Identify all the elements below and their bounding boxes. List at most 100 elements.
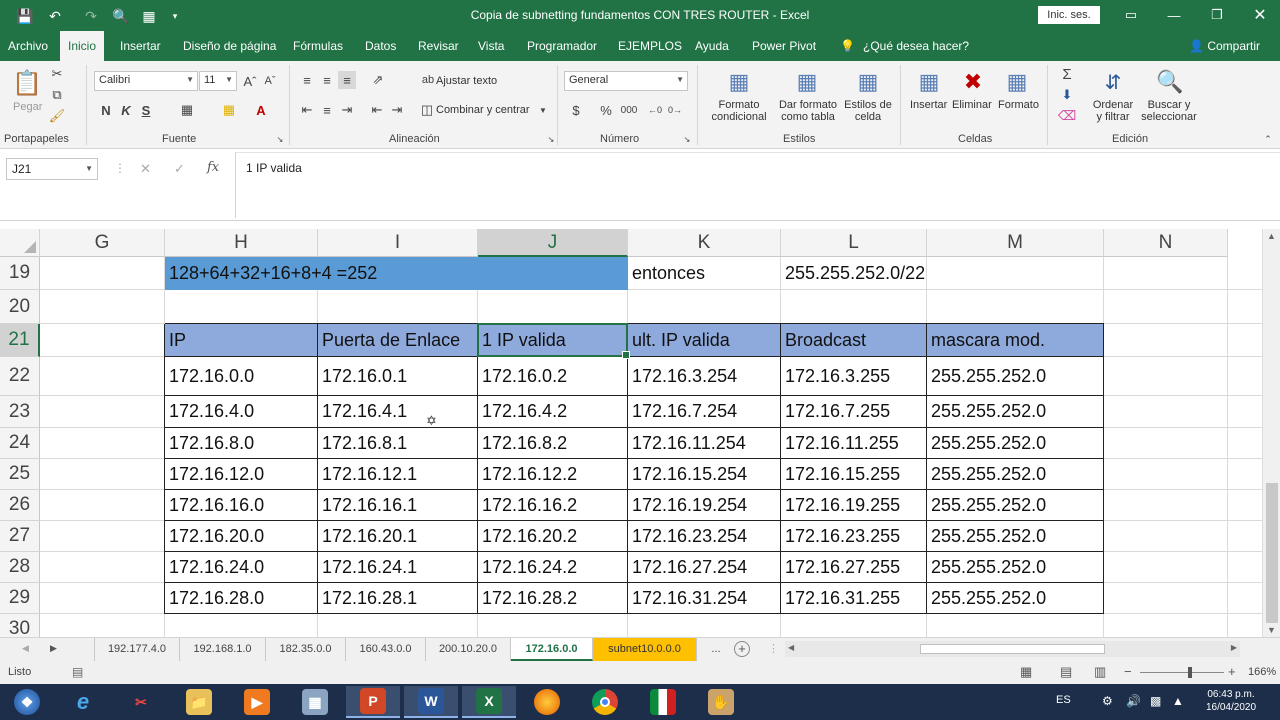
insert-function-button[interactable]: fx	[207, 160, 219, 175]
merge-center-button[interactable]: Combinar y centrar	[436, 104, 530, 116]
taskbar-firefox[interactable]	[520, 686, 574, 718]
row-header-29[interactable]: 29	[0, 583, 40, 614]
column-header-n[interactable]: N	[1104, 229, 1228, 257]
table-cell[interactable]: 172.16.0.1	[318, 357, 478, 396]
table-cell[interactable]: 172.16.28.2	[478, 583, 628, 614]
tab-formulas[interactable]: Fórmulas	[293, 31, 343, 61]
zoom-level[interactable]: 166%	[1248, 666, 1276, 678]
column-header-m[interactable]: M	[927, 229, 1104, 257]
table-cell[interactable]: 172.16.20.2	[478, 521, 628, 552]
scroll-thumb[interactable]	[1266, 483, 1278, 623]
table-cell[interactable]: 255.255.252.0	[927, 459, 1104, 490]
table-cell[interactable]: 172.16.28.1	[318, 583, 478, 614]
select-all-button[interactable]	[0, 229, 40, 257]
taskbar-snipping[interactable]: ✂	[114, 686, 168, 718]
autosum-icon[interactable]: Σ	[1058, 65, 1076, 83]
zoom-slider[interactable]	[1140, 672, 1224, 673]
sort-filter-icon[interactable]: ⇵	[1098, 67, 1128, 97]
align-bottom-icon[interactable]: ≡	[338, 71, 356, 89]
taskbar-powerpoint[interactable]: P	[346, 686, 400, 718]
underline-button[interactable]: S	[138, 101, 154, 119]
italic-button[interactable]: K	[118, 101, 134, 119]
cell-styles-icon[interactable]: ▦	[853, 67, 883, 97]
tab-revisar[interactable]: Revisar	[418, 31, 459, 61]
format-painter-icon[interactable]: 🖌	[48, 107, 66, 125]
table-cell[interactable]: 172.16.23.255	[781, 521, 927, 552]
table-cell[interactable]: 255.255.252.0	[927, 357, 1104, 396]
align-left-icon[interactable]: ⇤	[298, 101, 316, 119]
format-cells-button[interactable]: Formato	[998, 99, 1039, 111]
table-cell[interactable]: 172.16.11.255	[781, 428, 927, 459]
table-cell[interactable]: 172.16.4.2	[478, 396, 628, 428]
table-cell[interactable]: 172.16.15.255	[781, 459, 927, 490]
format-cells-icon[interactable]: ▦	[1002, 67, 1032, 97]
table-cell[interactable]: 172.16.16.2	[478, 490, 628, 521]
taskbar-explorer[interactable]: 📁	[172, 686, 226, 718]
language-indicator[interactable]: ES	[1056, 694, 1071, 706]
table-cell[interactable]: 255.255.252.0	[927, 583, 1104, 614]
table-cell[interactable]: 172.16.11.254	[628, 428, 781, 459]
table-cell[interactable]: 255.255.252.0	[927, 552, 1104, 583]
table-cell[interactable]: 172.16.12.0	[165, 459, 318, 490]
print-preview-icon[interactable]: 🔍	[110, 5, 132, 27]
row-header-19[interactable]: 19	[0, 257, 40, 290]
taskbar-chrome[interactable]	[578, 686, 632, 718]
delete-cells-button[interactable]: Eliminar	[952, 99, 992, 111]
sort-filter-button[interactable]: Ordenar y filtrar	[1086, 99, 1140, 123]
horizontal-scrollbar[interactable]: ◀ ▶	[785, 641, 1240, 657]
sheet-tab[interactable]: 192.168.1.0	[180, 638, 266, 661]
ribbon-display-icon[interactable]: ▭	[1117, 4, 1145, 26]
table-header-cell[interactable]: IP	[165, 324, 318, 357]
tab-inicio[interactable]: Inicio	[60, 31, 105, 61]
table-cell[interactable]: 172.16.7.254	[628, 396, 781, 428]
row-header-24[interactable]: 24	[0, 428, 40, 459]
fill-icon[interactable]: ⬇	[1058, 86, 1076, 104]
align-top-icon[interactable]: ≡	[298, 71, 316, 89]
customize-toolbar-icon[interactable]: ▾	[164, 5, 186, 27]
row-header-30[interactable]: 30	[0, 614, 40, 637]
sheet-tab[interactable]: 192.177.4.0	[94, 638, 180, 661]
zoom-slider-thumb[interactable]	[1188, 667, 1192, 678]
column-header-h[interactable]: H	[165, 229, 318, 257]
wrap-text-button[interactable]: Ajustar texto	[436, 75, 497, 87]
table-cell[interactable]: 172.16.28.0	[165, 583, 318, 614]
taskbar-ie[interactable]: e	[56, 686, 110, 718]
taskbar-app2[interactable]: ✋	[694, 686, 748, 718]
tell-me-search[interactable]: ¿Qué desea hacer?	[863, 31, 969, 61]
delete-cells-icon[interactable]: ✖	[958, 67, 988, 97]
mask-result-cell[interactable]: 255.255.252.0/22	[781, 257, 1104, 290]
font-name-select[interactable]: Calibri ▼	[94, 71, 198, 91]
row-header-23[interactable]: 23	[0, 396, 40, 428]
enter-icon[interactable]: ✓	[174, 161, 185, 177]
close-icon[interactable]: ✕	[1246, 4, 1274, 26]
row-header-22[interactable]: 22	[0, 357, 40, 396]
tab-diseno-pagina[interactable]: Diseño de página	[183, 31, 276, 61]
table-cell[interactable]: 172.16.4.0	[165, 396, 318, 428]
table-cell[interactable]: 172.16.7.255	[781, 396, 927, 428]
table-cell[interactable]: 172.16.19.254	[628, 490, 781, 521]
redo-icon[interactable]: ↷	[80, 5, 102, 27]
tab-datos[interactable]: Datos	[365, 31, 396, 61]
table-cell[interactable]: 172.16.12.1	[318, 459, 478, 490]
form-icon[interactable]: ▦	[138, 5, 160, 27]
vertical-scrollbar[interactable]: ▲ ▼	[1262, 229, 1280, 637]
table-cell[interactable]: 172.16.8.0	[165, 428, 318, 459]
sign-in-button[interactable]: Inic. ses.	[1038, 6, 1100, 24]
add-sheet-icon[interactable]: +	[734, 641, 750, 657]
tab-vista[interactable]: Vista	[478, 31, 504, 61]
table-header-cell[interactable]: ult. IP valida	[628, 324, 781, 357]
page-layout-icon[interactable]: ▤	[1060, 664, 1072, 680]
insert-cells-icon[interactable]: ▦	[914, 67, 944, 97]
entonces-cell[interactable]: entonces	[628, 257, 781, 290]
sheet-tab[interactable]: 200.10.20.0	[426, 638, 511, 661]
thousands-button[interactable]: 000	[618, 101, 640, 119]
format-as-table-button[interactable]: Dar formato como tabla	[775, 99, 841, 123]
network-icon[interactable]: ▩	[1150, 694, 1161, 708]
more-sheets-button[interactable]: ...	[702, 638, 730, 661]
undo-icon[interactable]: ↶	[44, 5, 66, 27]
borders-icon[interactable]: ▦	[178, 101, 196, 119]
dialog-launcher-icon[interactable]: ↘	[546, 134, 556, 144]
table-cell[interactable]: 172.16.8.1	[318, 428, 478, 459]
column-header-k[interactable]: K	[628, 229, 781, 257]
table-cell[interactable]: 172.16.0.2	[478, 357, 628, 396]
